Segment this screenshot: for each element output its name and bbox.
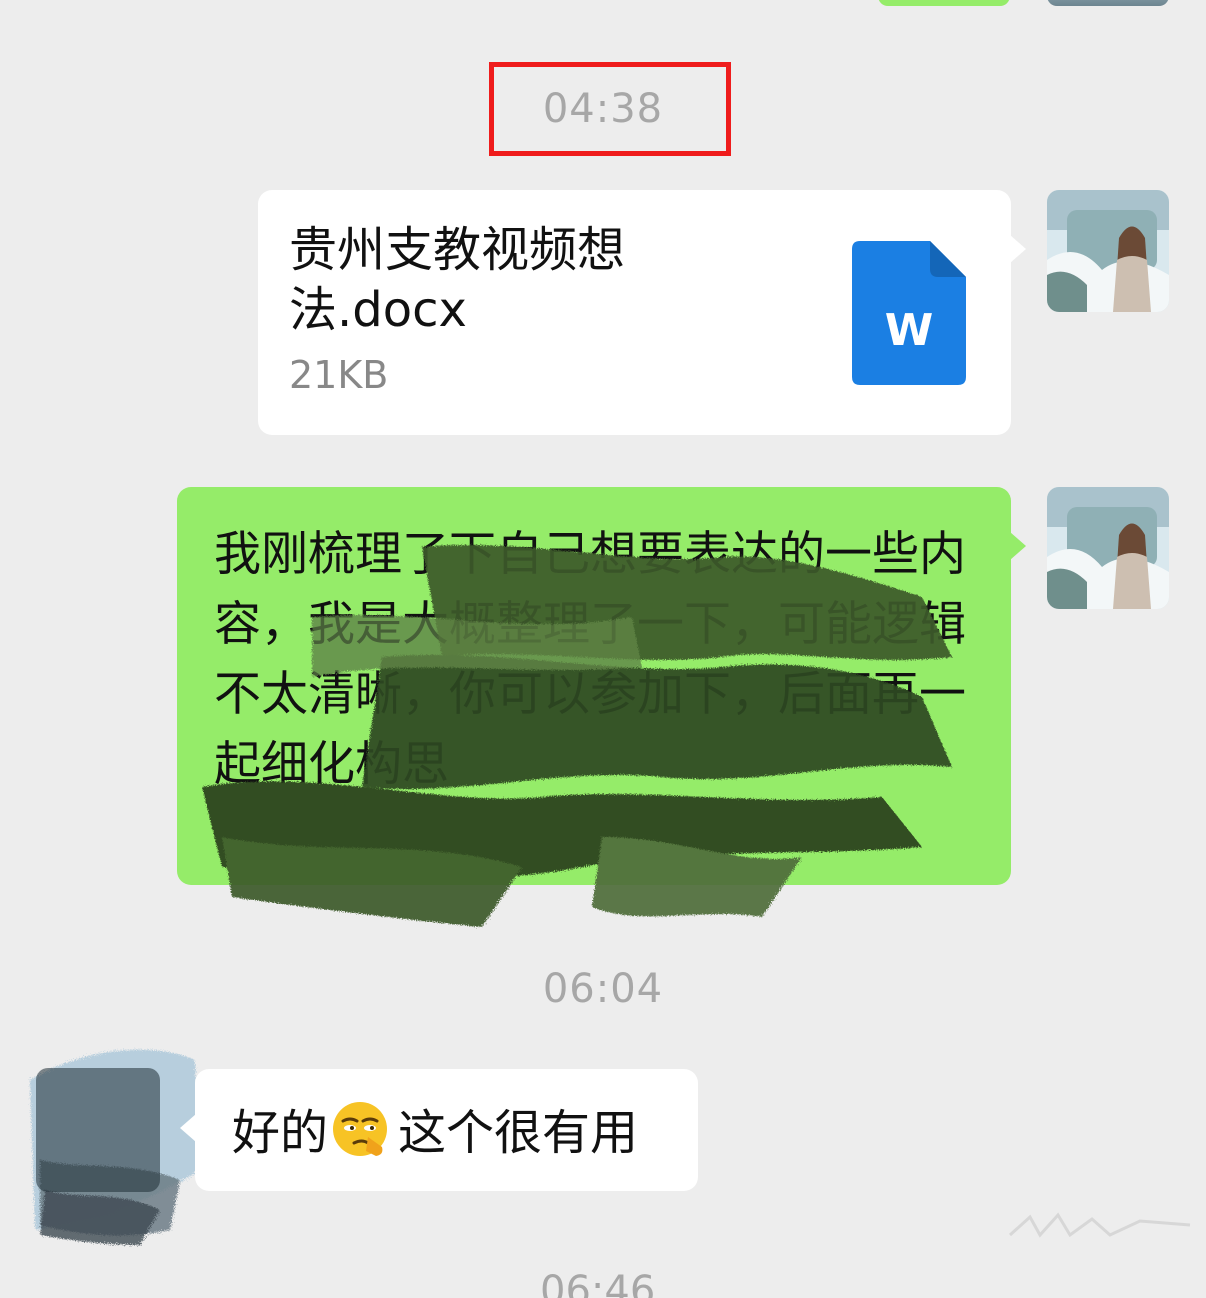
word-icon-letter: W [885,305,934,356]
sent-message-text: 我刚梳理了下自己想要表达的一些内容，我是大概整理了一下，可能逻辑不太清晰，你可以… [214,527,966,792]
watermark-mark [1008,1212,1191,1238]
received-text-part: 这个很有用 [398,1105,639,1161]
previous-message-bubble[interactable] [878,0,1010,6]
self-avatar[interactable] [1047,190,1169,312]
word-document-icon: W [852,241,966,385]
received-text-part: 好的 [232,1105,329,1161]
file-message-card[interactable]: 贵州支教视频想法.docx 21KB W [258,190,1026,435]
received-message-bubble[interactable]: 好的 这个很有用 [180,1069,698,1191]
timestamp: 06:04 [542,966,664,1012]
received-message-text: 好的 这个很有用 [232,1099,638,1163]
sent-message-bubble[interactable]: 我刚梳理了下自己想要表达的一些内容，我是大概整理了一下，可能逻辑不太清晰，你可以… [177,487,1026,927]
smirk-face-emoji-icon [333,1102,388,1156]
self-avatar-partial[interactable] [1047,0,1169,6]
file-size: 21KB [289,353,389,397]
file-name: 贵州支教视频想法.docx [289,222,626,338]
timestamp-partial: 06:46 [540,1268,656,1298]
self-avatar[interactable] [1047,487,1169,609]
contact-avatar[interactable] [20,1040,210,1250]
highlight-box [489,62,731,156]
